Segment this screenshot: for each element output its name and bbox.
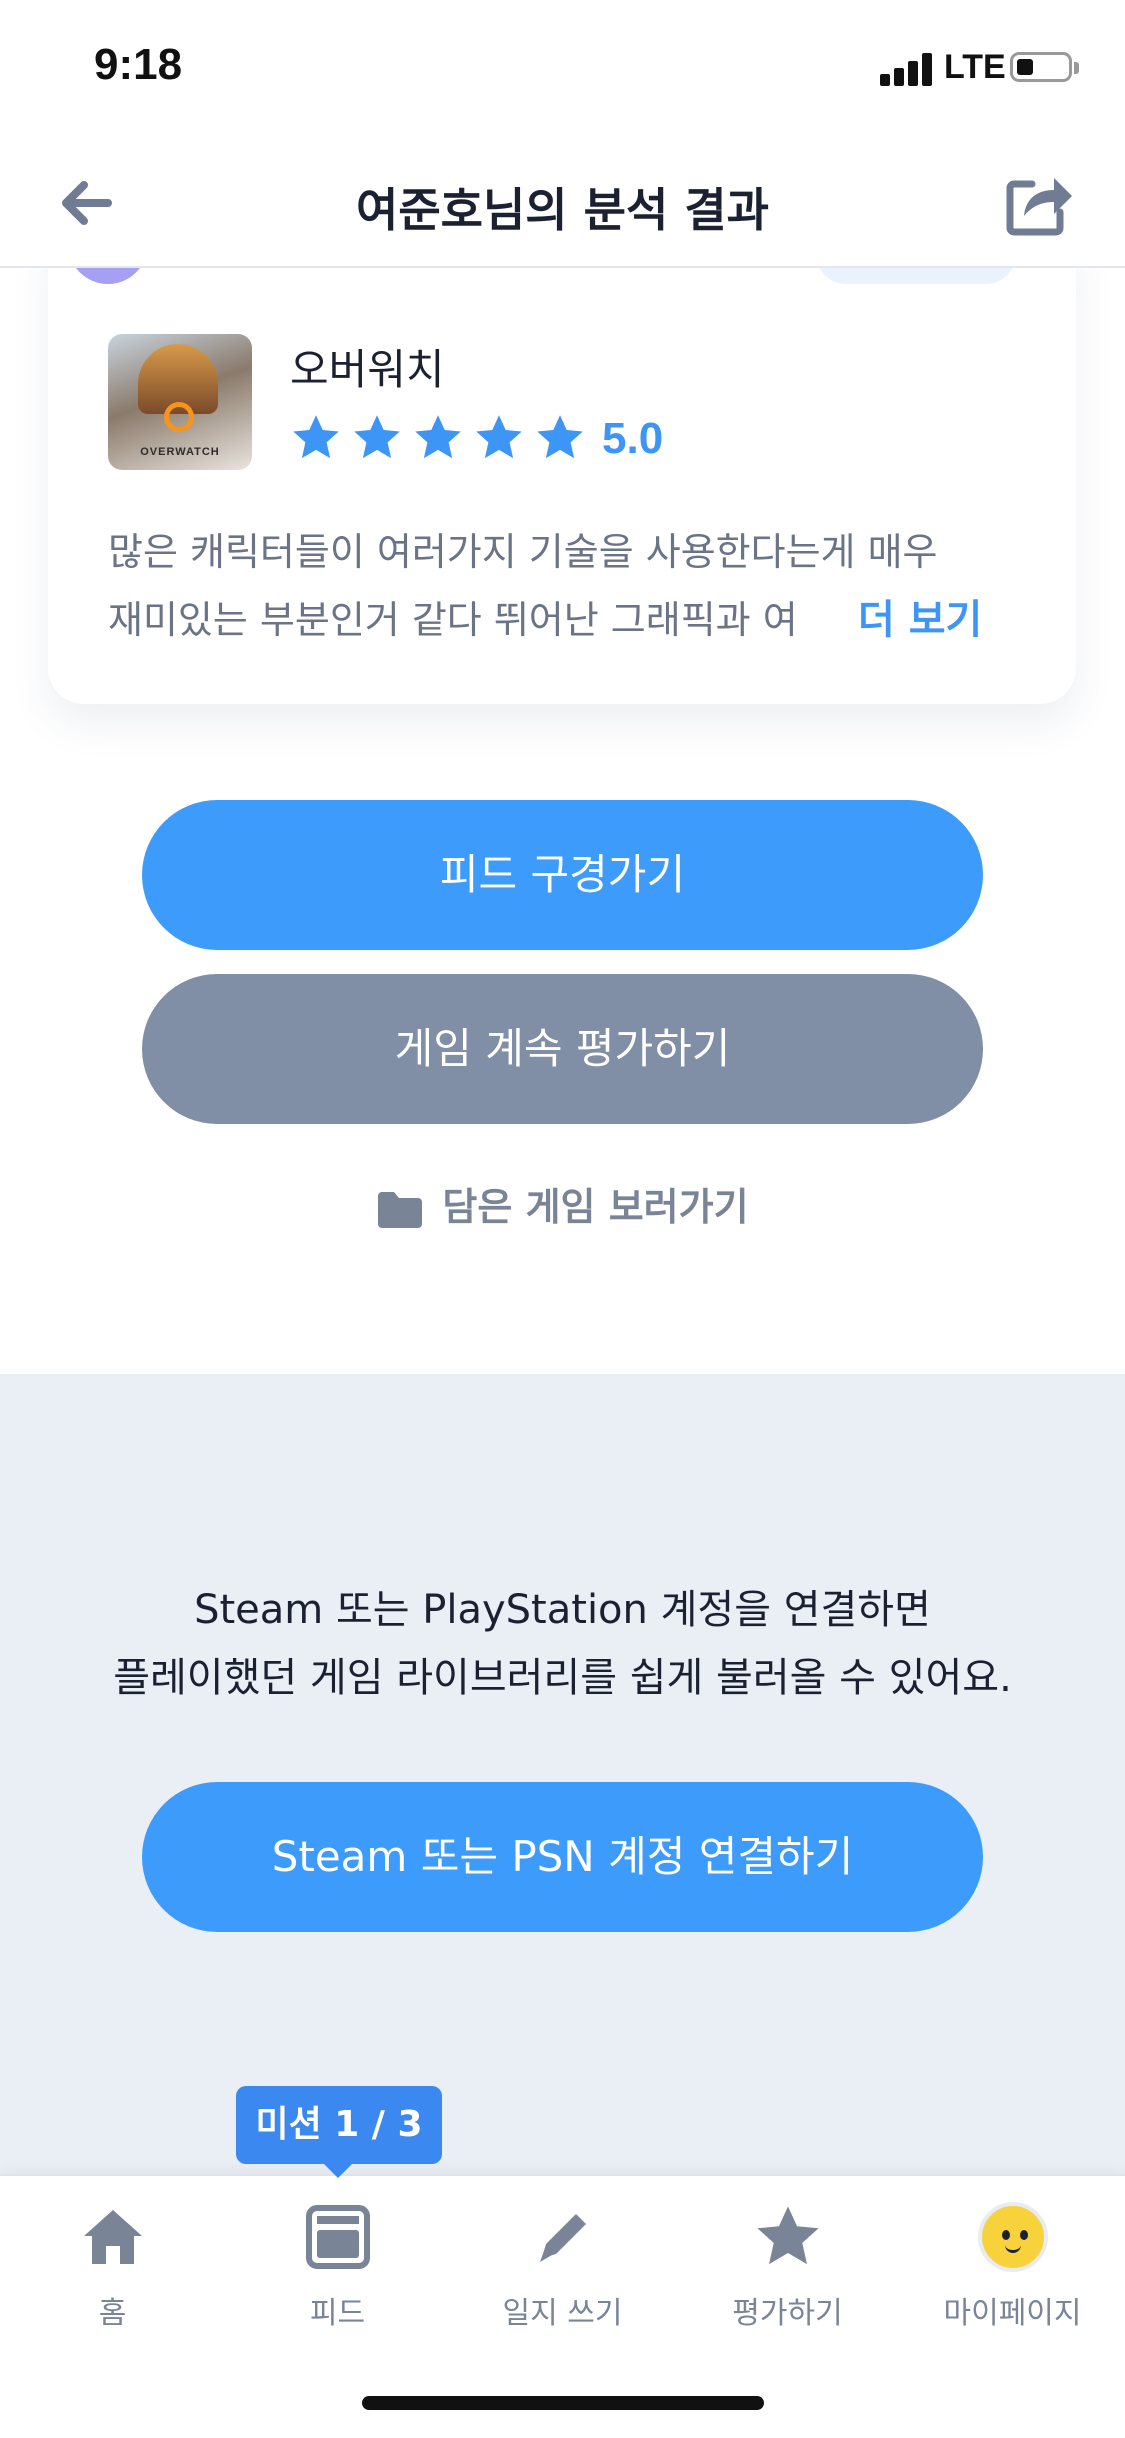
tab-journal-label: 일지 쓰기 bbox=[502, 2296, 623, 2331]
nav-bar: 여준호님의 분석 결과 bbox=[0, 140, 1125, 268]
game-title[interactable]: 오버워치 bbox=[290, 336, 445, 397]
folder-icon bbox=[378, 1191, 423, 1228]
overwatch-logo bbox=[164, 402, 194, 432]
mission-badge[interactable]: 미션 1 / 3 bbox=[236, 2086, 442, 2164]
connect-description: Steam 또는 PlayStation 계정을 연결하면 플레이했던 게임 라… bbox=[0, 1576, 1125, 1712]
rating-stars bbox=[290, 412, 595, 472]
star-icon bbox=[293, 415, 339, 459]
star-icon bbox=[354, 415, 400, 459]
status-bar: 9:18 LTE bbox=[0, 0, 1125, 140]
mission-badge-pointer bbox=[322, 2162, 354, 2178]
tab-mypage[interactable]: 마이페이지 bbox=[900, 2202, 1125, 2332]
home-icon bbox=[83, 2210, 142, 2264]
star-icon bbox=[537, 415, 583, 459]
more-link[interactable]: 더 보기 bbox=[858, 586, 982, 654]
connect-line1: Steam 또는 PlayStation 계정을 연결하면 bbox=[194, 1587, 931, 1633]
tab-feed[interactable]: 피드 bbox=[225, 2202, 450, 2332]
feed-icon bbox=[305, 2205, 370, 2269]
battery-icon bbox=[1010, 52, 1072, 82]
tab-home[interactable]: 홈 bbox=[0, 2202, 225, 2332]
page-title: 여준호님의 분석 결과 bbox=[356, 183, 769, 237]
home-indicator[interactable] bbox=[362, 2396, 764, 2410]
thumbnail-label: OVERWATCH bbox=[140, 446, 220, 458]
tab-journal[interactable]: 일지 쓰기 bbox=[450, 2202, 675, 2332]
status-time: 9:18 bbox=[94, 40, 183, 89]
rating-value: 5.0 bbox=[602, 414, 664, 463]
tab-mypage-label: 마이페이지 bbox=[943, 2296, 1082, 2331]
avatar bbox=[977, 2202, 1048, 2272]
connect-line2: 플레이했던 게임 라이브러리를 쉽게 불러올 수 있어요. bbox=[113, 1655, 1012, 1701]
saved-games-label: 담은 게임 보러가기 bbox=[442, 1185, 749, 1229]
tab-rate[interactable]: 평가하기 bbox=[675, 2202, 900, 2332]
saved-games-link[interactable]: 담은 게임 보러가기 bbox=[0, 1176, 1125, 1231]
share-icon[interactable] bbox=[1002, 166, 1076, 240]
game-thumbnail[interactable]: OVERWATCH bbox=[108, 334, 252, 470]
review-text-line2: 재미있는 부분인거 같다 뛰어난 그래픽과 여 bbox=[108, 598, 798, 642]
signal-icon bbox=[880, 52, 936, 86]
tab-home-label: 홈 bbox=[98, 2296, 127, 2331]
feed-button[interactable]: 피드 구경가기 bbox=[142, 800, 983, 950]
pencil-icon bbox=[539, 2214, 586, 2262]
review-text-line1: 많은 캐릭터들이 여러가지 기술을 사용한다는게 매우 bbox=[108, 530, 938, 574]
star-icon bbox=[476, 415, 522, 459]
tab-rate-label: 평가하기 bbox=[732, 2296, 843, 2331]
star-icon bbox=[756, 2206, 819, 2265]
network-label: LTE bbox=[944, 48, 1006, 86]
tab-feed-label: 피드 bbox=[309, 2296, 366, 2331]
star-icon bbox=[415, 415, 461, 459]
battery-cap bbox=[1074, 62, 1079, 74]
connect-account-button[interactable]: Steam 또는 PSN 계정 연결하기 bbox=[142, 1782, 983, 1932]
continue-rating-button[interactable]: 게임 계속 평가하기 bbox=[142, 974, 983, 1124]
connect-section bbox=[0, 1374, 1125, 2174]
